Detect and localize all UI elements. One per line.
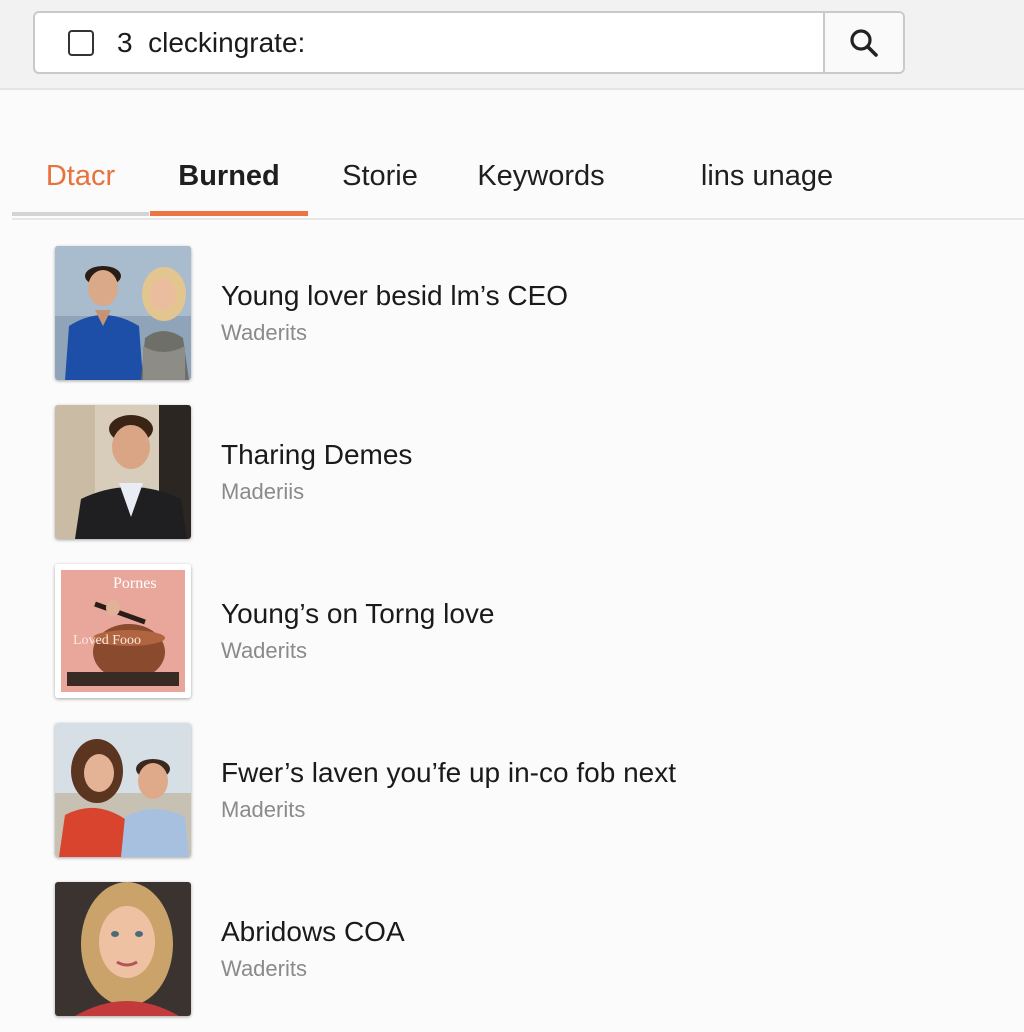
thumbnail-man-in-suit [55, 405, 191, 539]
search-icon [850, 28, 878, 57]
thumbnail-book-cover: Pornes Loved Fooo [55, 564, 191, 698]
item-title: Abridows COA [221, 916, 405, 947]
list-item[interactable]: Tharing Demes Maderiis [0, 405, 1024, 555]
item-title: Young’s on Torng love [221, 598, 495, 629]
thumbnail-couple [55, 246, 191, 380]
list-item[interactable]: Abridows COA Waderits [0, 882, 1024, 1032]
tab-keywords[interactable]: Keywords [467, 140, 615, 216]
tab-lins-unage[interactable]: lins unage [692, 140, 842, 216]
search-input[interactable] [117, 13, 817, 72]
tab-burned[interactable]: Burned [150, 140, 308, 216]
list-item[interactable]: Fwer’s laven you’fe up in-co fob next Ma… [0, 723, 1024, 873]
item-subtitle: Maderits [221, 797, 306, 822]
thumbnail-couple [55, 723, 191, 857]
top-bar [0, 0, 1024, 90]
list-item[interactable]: Pornes Loved Fooo Young’s on Torng love … [0, 564, 1024, 714]
thumbnail-woman-portrait [55, 882, 191, 1016]
item-subtitle: Maderiis [221, 479, 305, 504]
search-box [33, 11, 905, 74]
item-subtitle: Waderits [221, 320, 307, 345]
list-item[interactable]: Young lover besid lm’s CEO Waderits [0, 246, 1024, 396]
item-title: Young lover besid lm’s CEO [221, 280, 569, 311]
item-subtitle: Waderits [221, 638, 307, 663]
select-checkbox[interactable] [68, 30, 94, 56]
tab-dtacr[interactable]: Dtacr [12, 140, 149, 216]
item-subtitle: Waderits [221, 956, 307, 981]
cover-title-text: Pornes [113, 575, 157, 592]
item-title: Tharing Demes [221, 439, 413, 470]
item-title: Fwer’s laven you’fe up in-co fob next [221, 757, 676, 788]
cover-subtitle-text: Loved Fooo [73, 633, 141, 648]
search-button[interactable] [823, 13, 903, 72]
tab-bar: Dtacr Burned Storie Keywords lins unage [12, 140, 1024, 220]
tab-storie[interactable]: Storie [330, 140, 430, 216]
